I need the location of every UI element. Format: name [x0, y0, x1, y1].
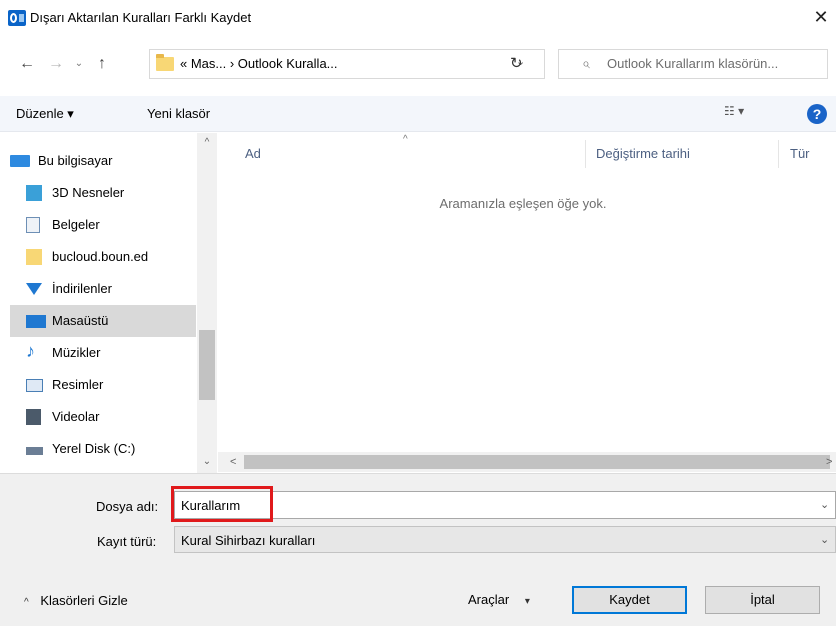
sidebar-item-label: bucloud.boun.ed: [52, 249, 149, 264]
sidebar-item-label: İndirilenler: [52, 281, 112, 296]
folder-icon: [26, 249, 42, 265]
sidebar-scrollbar[interactable]: [197, 133, 217, 473]
view-options-icon[interactable]: ☷ ▾: [724, 104, 764, 124]
sidebar-item-pictures[interactable]: Resimler: [26, 369, 196, 401]
music-icon: ♪: [26, 341, 35, 361]
chevron-up-icon: ^: [24, 597, 29, 608]
sidebar-item-label: Yerel Disk (C:): [52, 441, 136, 456]
cube-icon: [26, 185, 42, 201]
refresh-button[interactable]: ↻: [510, 54, 523, 72]
film-icon: [26, 409, 41, 425]
scroll-left-icon[interactable]: <: [230, 456, 236, 468]
filetype-label: Kayıt türü:: [97, 534, 157, 549]
sidebar-item-videos[interactable]: Videolar: [26, 401, 196, 433]
sidebar-item-bucloud[interactable]: bucloud.boun.ed: [26, 241, 196, 273]
highlight-box: [171, 486, 273, 522]
computer-icon: [10, 155, 30, 167]
sidebar-item-label: Masaüstü: [52, 313, 109, 328]
empty-results-message: Aramanızla eşleşen öğe yok.: [439, 196, 607, 211]
sidebar-item-label: Bu bilgisayar: [38, 153, 113, 168]
horizontal-scroll-thumb[interactable]: [244, 455, 830, 469]
close-button[interactable]: ✕: [806, 2, 836, 34]
sidebar-item-documents[interactable]: Belgeler: [26, 209, 196, 241]
sidebar-item-music[interactable]: ♪ Müzikler: [26, 337, 196, 369]
address-breadcrumb[interactable]: « Mas... › Outlook Kuralla...: [180, 56, 338, 71]
hide-folders-button[interactable]: ^ Klasörleri Gizle: [24, 593, 128, 608]
pictures-icon: [26, 379, 43, 392]
organize-button[interactable]: Düzenle ▾: [16, 106, 74, 122]
window-title: Dışarı Aktarılan Kuralları Farklı Kaydet: [30, 10, 252, 25]
back-button[interactable]: ←: [16, 53, 38, 75]
save-button[interactable]: Kaydet: [572, 586, 687, 614]
tools-label: Araçlar: [468, 592, 510, 607]
folder-icon: [156, 54, 174, 71]
column-divider[interactable]: [585, 140, 586, 168]
hide-folders-label: Klasörleri Gizle: [40, 593, 128, 608]
scroll-right-icon[interactable]: >: [826, 456, 832, 468]
tools-menu-button[interactable]: Araçlar ▾: [468, 592, 530, 607]
sidebar-item-local-disk[interactable]: Yerel Disk (C:): [26, 433, 196, 465]
sidebar-item-this-pc[interactable]: Bu bilgisayar: [10, 145, 196, 177]
sidebar-item-desktop[interactable]: Masaüstü: [10, 305, 196, 337]
new-folder-button[interactable]: Yeni klasör: [147, 106, 210, 121]
scroll-up-icon[interactable]: ^: [197, 137, 217, 148]
sort-ascending-icon: ^: [403, 134, 408, 145]
search-input[interactable]: Outlook Kurallarım klasörün...: [607, 56, 778, 71]
chevron-down-icon[interactable]: ⌄: [820, 533, 829, 546]
drive-icon: [26, 447, 43, 455]
sidebar-item-label: Videolar: [52, 409, 100, 424]
download-icon: [26, 283, 42, 295]
up-button[interactable]: ↑: [91, 53, 113, 75]
chevron-down-icon[interactable]: ⌄: [820, 498, 829, 511]
search-icon: ⌕: [582, 55, 590, 71]
recent-locations-button[interactable]: ⌄: [68, 53, 90, 75]
sidebar-scroll-thumb[interactable]: [199, 330, 215, 400]
sidebar-item-label: Resimler: [52, 377, 104, 392]
caret-down-icon: ▾: [524, 596, 530, 607]
sidebar-item-label: Müzikler: [52, 345, 101, 360]
navigation-pane: Bu bilgisayar 3D Nesneler Belgeler buclo…: [0, 133, 217, 473]
sidebar-item-3d-objects[interactable]: 3D Nesneler: [26, 177, 196, 209]
desktop-icon: [26, 315, 46, 328]
sidebar-item-label: Belgeler: [52, 217, 100, 232]
scroll-down-icon[interactable]: ⌄: [197, 456, 217, 467]
filename-field[interactable]: [174, 491, 836, 519]
column-header-type[interactable]: Tür: [790, 146, 810, 161]
document-icon: [26, 217, 40, 233]
column-divider[interactable]: [778, 140, 779, 168]
forward-button[interactable]: →: [45, 53, 67, 75]
column-header-name[interactable]: Ad: [245, 146, 261, 161]
filetype-value[interactable]: Kural Sihirbazı kuralları: [181, 533, 315, 548]
sidebar-item-label: 3D Nesneler: [52, 185, 125, 200]
help-icon[interactable]: ?: [807, 104, 827, 124]
filename-label: Dosya adı:: [96, 499, 159, 514]
cancel-button[interactable]: İptal: [705, 586, 820, 614]
command-bar: [0, 96, 836, 132]
column-header-date-modified[interactable]: Değiştirme tarihi: [596, 146, 690, 161]
outlook-icon: [8, 10, 26, 26]
file-list: [218, 133, 836, 473]
sidebar-item-downloads[interactable]: İndirilenler: [26, 273, 196, 305]
